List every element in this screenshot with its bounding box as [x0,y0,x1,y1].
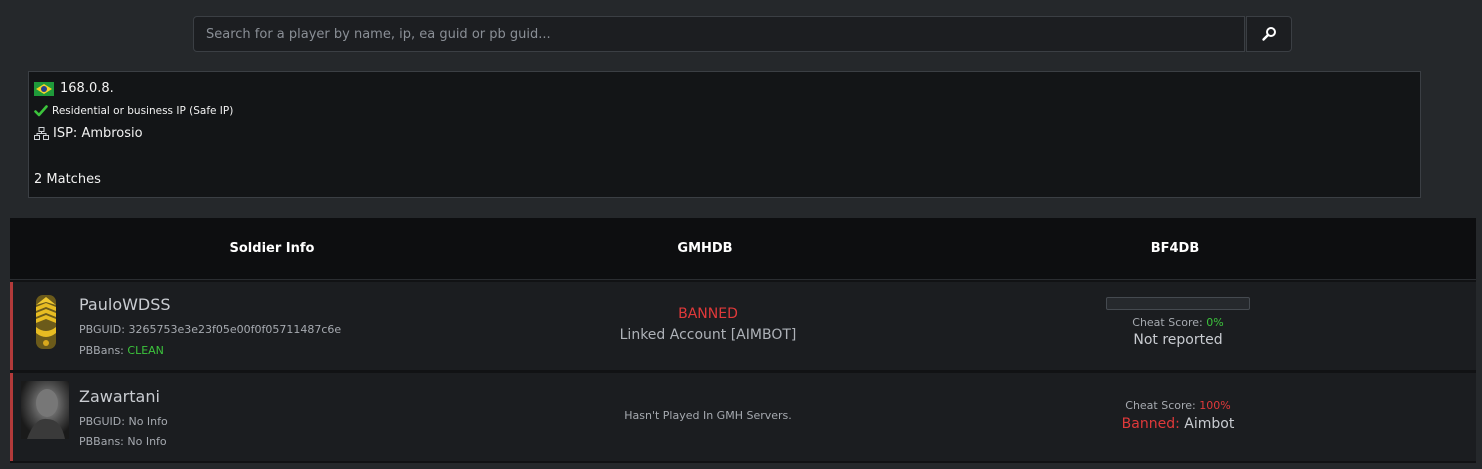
table-row[interactable]: PauloWDSS PBGUID: 3265753e3e23f05e00f0f0… [10,282,1476,370]
network-icon [34,127,49,140]
bf4db-status: Banned: Aimbot [1033,416,1323,432]
pbbans-status: PBBans: No Info [79,435,167,448]
player-name[interactable]: PauloWDSS [79,295,171,314]
ip-address: 168.0.8. [60,81,114,96]
bf4db-cell: Cheat Score: 0% Not reported [1033,297,1323,348]
pbbans-value: No Info [127,435,167,448]
bf4db-status: Not reported [1133,332,1223,348]
gmhdb-detail: Linked Account [AIMBOT] [619,327,797,343]
cheat-score-label: Cheat Score: [1125,399,1196,412]
pbbans-value: CLEAN [127,344,164,357]
search-button[interactable] [1246,16,1292,52]
cheat-score: Cheat Score: 100% [1033,399,1323,412]
check-icon [34,105,48,117]
isp-row: ISP: Ambrosio [34,126,143,141]
rank-insignia-icon [36,295,56,349]
pbbans-label: PBBans: [79,344,124,357]
player-name[interactable]: Zawartani [79,387,160,406]
table-row[interactable]: Zawartani PBGUID: No Info PBBans: No Inf… [10,373,1476,461]
safe-ip-text: Residential or business IP (Safe IP) [52,105,234,117]
gmhdb-status: BANNED [678,306,738,322]
search-icon [1262,27,1276,41]
search-input[interactable] [193,16,1245,52]
pbguid-text: PBGUID: 3265753e3e23f05e00f0f05711487c6e [79,323,342,336]
pbbans-label: PBBans: [79,435,124,448]
pbguid-text: PBGUID: No Info [79,415,168,428]
ip-address-row: 168.0.8. [34,81,114,96]
safe-ip-row: Residential or business IP (Safe IP) [34,105,233,117]
header-gmhdb: GMHDB [677,241,733,256]
cheat-score: Cheat Score: 0% [1033,316,1323,329]
table-header: Soldier Info GMHDB BF4DB [10,218,1476,280]
results-table: Soldier Info GMHDB BF4DB PauloWDSS PBGUI… [10,218,1476,463]
cheat-score-bar [1106,297,1250,310]
header-bf4db: BF4DB [1150,241,1200,256]
cheat-score-value: 0% [1206,316,1224,329]
banned-label: Banned: [1121,416,1180,432]
bf4db-cell: Cheat Score: 100% Banned: Aimbot [1033,399,1323,432]
cheat-score-label: Cheat Score: [1132,316,1203,329]
gmhdb-detail: Hasn't Played In GMH Servers. [624,409,792,422]
brazil-flag-icon [34,81,54,96]
ip-info-panel: 168.0.8. Residential or business IP (Saf… [28,71,1421,198]
cheat-score-value: 100% [1199,399,1231,412]
pbbans-status: PBBans: CLEAN [79,344,164,357]
matches-text: 2 Matches [34,172,101,187]
isp-text: ISP: Ambrosio [53,126,143,141]
player-photo-avatar [21,381,69,439]
banned-reason: Aimbot [1184,416,1235,432]
matches-count: 2 Matches [34,172,101,187]
gmhdb-cell: BANNED Linked Account [AIMBOT] [518,306,898,343]
header-soldier-info: Soldier Info [229,241,315,256]
